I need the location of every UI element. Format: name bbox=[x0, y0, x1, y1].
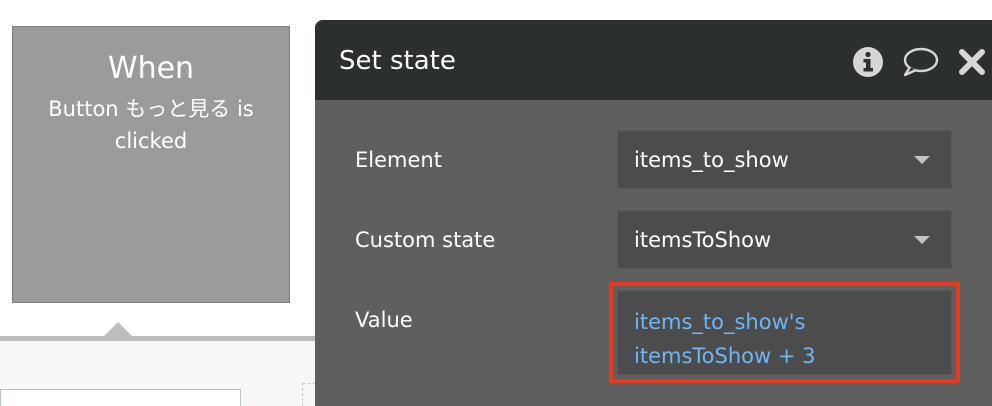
set-state-panel: Set state Element items_to_show Custom s… bbox=[315, 20, 992, 406]
value-expression-field[interactable]: items_to_show's itemsToShow + 3 bbox=[617, 290, 952, 375]
panel-header: Set state bbox=[315, 20, 992, 100]
expression-line-1: items_to_show's bbox=[634, 310, 806, 334]
element-label: Element bbox=[355, 148, 442, 172]
panel-title: Set state bbox=[339, 46, 456, 76]
custom-state-dropdown[interactable]: itemsToShow bbox=[617, 210, 952, 269]
info-icon[interactable] bbox=[852, 46, 884, 78]
event-card[interactable]: When Button もっと見る is clicked bbox=[12, 26, 290, 303]
comment-icon[interactable] bbox=[901, 46, 939, 78]
event-description: Button もっと見る is clicked bbox=[48, 97, 254, 153]
chevron-down-icon bbox=[914, 156, 930, 164]
custom-state-value: itemsToShow bbox=[634, 228, 772, 252]
close-icon[interactable] bbox=[956, 46, 988, 78]
element-value: items_to_show bbox=[634, 148, 789, 172]
expression-line-2: itemsToShow + 3 bbox=[634, 344, 816, 368]
chevron-down-icon bbox=[914, 236, 930, 244]
workflow-editor: When Button もっと見る is clicked Set state E… bbox=[0, 0, 992, 406]
lane-pointer bbox=[104, 322, 132, 336]
element-dropdown[interactable]: items_to_show bbox=[617, 130, 952, 189]
event-title: When bbox=[107, 51, 195, 86]
value-label: Value bbox=[355, 308, 413, 332]
action-card[interactable] bbox=[0, 389, 241, 406]
dynamic-expression[interactable]: items_to_show's itemsToShow + 3 bbox=[634, 305, 815, 373]
custom-state-label: Custom state bbox=[355, 228, 496, 252]
